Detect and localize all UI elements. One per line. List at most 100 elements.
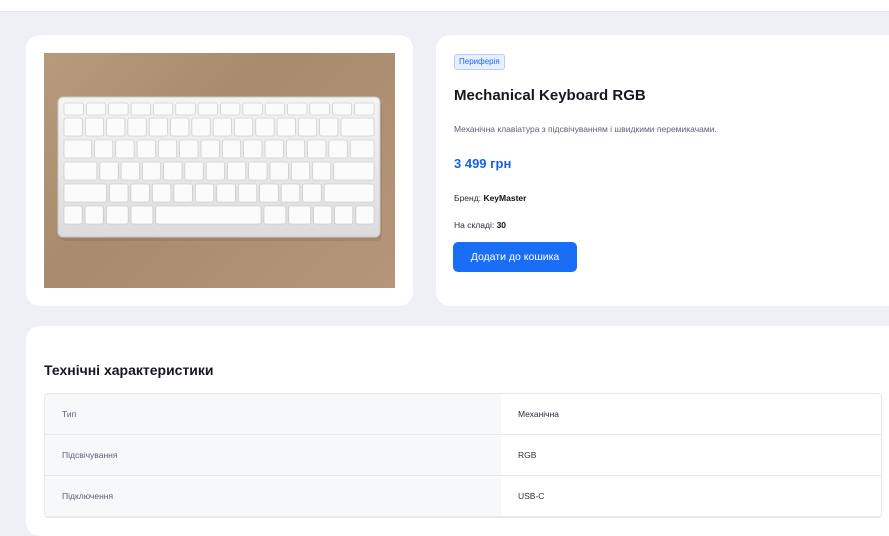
key-cap	[276, 117, 296, 137]
product-title: Mechanical Keyboard RGB	[454, 87, 646, 104]
key-cap	[63, 161, 98, 181]
spec-key: Підключення	[45, 476, 501, 516]
product-photo	[44, 53, 395, 288]
key-cap	[264, 102, 285, 116]
top-bar	[0, 0, 889, 12]
key-cap	[130, 205, 154, 225]
key-cap	[319, 117, 339, 137]
brand-line: Бренд: KeyMaster	[454, 193, 526, 203]
key-cap	[259, 183, 279, 203]
key-cap	[63, 139, 92, 159]
key-cap	[84, 117, 104, 137]
specs-title: Технічні характеристики	[44, 362, 214, 378]
key-cap	[212, 117, 232, 137]
key-cap	[291, 161, 310, 181]
key-cap	[312, 161, 332, 181]
key-cap	[313, 205, 333, 225]
table-row: Підсвічування RGB	[45, 435, 881, 476]
key-cap	[242, 102, 263, 116]
key-cap	[334, 205, 354, 225]
spec-key: Тип	[45, 394, 501, 434]
key-cap	[130, 183, 150, 203]
key-cap	[179, 139, 199, 159]
key-cap	[175, 102, 196, 116]
key-cap	[197, 102, 218, 116]
spec-value: Механічна	[501, 394, 881, 434]
key-cap	[136, 139, 156, 159]
key-cap	[191, 117, 211, 137]
key-cap	[328, 139, 348, 159]
product-image-card	[26, 35, 413, 306]
key-cap	[184, 161, 204, 181]
key-cap	[269, 161, 289, 181]
key-cap	[220, 102, 241, 116]
key-cap	[263, 205, 287, 225]
key-cap	[108, 102, 129, 116]
key-cap	[227, 161, 247, 181]
key-cap	[142, 161, 162, 181]
key-cap	[195, 183, 215, 203]
key-cap	[307, 139, 327, 159]
spec-value: USB-C	[501, 476, 881, 516]
key-cap	[255, 117, 275, 137]
table-row: Підключення USB-C	[45, 476, 881, 517]
product-price: 3 499 грн	[454, 156, 512, 171]
key-cap	[99, 161, 119, 181]
table-row: Тип Механічна	[45, 394, 881, 435]
key-cap	[248, 161, 268, 181]
key-cap	[63, 102, 84, 116]
key-cap	[355, 205, 375, 225]
key-cap	[153, 102, 174, 116]
key-cap	[84, 205, 104, 225]
spec-key: Підсвічування	[45, 435, 501, 475]
key-cap	[264, 139, 284, 159]
product-description: Механічна клавіатура з підсвічуванням і …	[454, 124, 717, 134]
key-cap	[120, 161, 140, 181]
key-cap	[63, 205, 83, 225]
key-cap	[152, 183, 172, 203]
key-cap	[298, 117, 317, 137]
key-cap	[148, 117, 168, 137]
key-cap	[309, 102, 330, 116]
spec-value: RGB	[501, 435, 881, 475]
key-cap	[170, 117, 190, 137]
key-cap	[158, 139, 178, 159]
key-cap	[63, 183, 107, 203]
key-cap	[349, 139, 375, 159]
key-cap	[86, 102, 107, 116]
key-cap	[163, 161, 183, 181]
stock-line: На складі: 30	[454, 220, 506, 230]
key-cap	[205, 161, 225, 181]
key-cap	[200, 139, 220, 159]
category-badge[interactable]: Периферія	[454, 54, 505, 70]
key-cap	[105, 205, 129, 225]
key-cap	[127, 117, 147, 137]
key-cap	[287, 102, 308, 116]
key-cap	[109, 183, 129, 203]
keyboard-illustration	[57, 96, 382, 241]
key-cap	[115, 139, 135, 159]
key-cap	[222, 139, 241, 159]
key-cap	[63, 117, 83, 137]
key-cap	[288, 205, 311, 225]
key-cap	[340, 117, 375, 137]
key-cap	[280, 183, 300, 203]
add-to-cart-button[interactable]: Додати до кошика	[453, 242, 577, 272]
key-cap	[323, 183, 375, 203]
key-cap	[302, 183, 322, 203]
key-cap	[238, 183, 258, 203]
key-cap	[331, 102, 352, 116]
stock-value: 30	[496, 220, 507, 230]
key-cap	[130, 102, 151, 116]
specs-card: Технічні характеристики Тип Механічна Пі…	[26, 326, 889, 536]
key-cap	[354, 102, 375, 116]
key-cap	[173, 183, 193, 203]
key-cap	[243, 139, 263, 159]
stock-label: На складі:	[454, 220, 495, 230]
product-info-card: Периферія Mechanical Keyboard RGB Механі…	[436, 35, 889, 306]
specs-table: Тип Механічна Підсвічування RGB Підключе…	[44, 393, 882, 518]
brand-label: Бренд:	[454, 193, 482, 203]
key-cap	[234, 117, 254, 137]
key-cap	[94, 139, 114, 159]
brand-value: KeyMaster	[483, 193, 527, 203]
